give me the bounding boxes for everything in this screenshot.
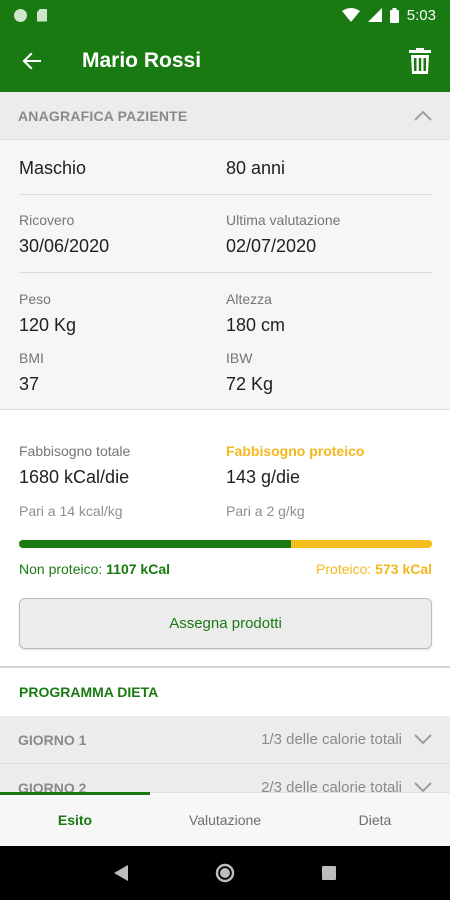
last-eval-date: 02/07/2020 [226,236,317,256]
calorie-split-legend: Non proteico: 1107 kCal Proteico: 573 kC… [19,561,432,577]
chevron-down-icon [414,734,432,745]
status-time: 5:03 [406,6,436,24]
total-need-value: 1680 kCal/die [19,467,130,487]
day-row-1[interactable]: GIORNO 1 1/3 delle calorie totali [0,716,450,764]
patient-info-panel: Maschio 80 anni Ricovero Ultima valutazi… [0,140,450,410]
day-calorie-info: 1/3 delle calorie totali [261,731,402,748]
tab-valutazione[interactable]: Valutazione [150,793,300,847]
sd-card-icon [37,8,47,22]
protein-kcal-label: Proteico: [316,561,376,577]
protein-legend: Proteico: 573 kCal [316,561,432,577]
patient-section-title: ANAGRAFICA PAZIENTE [18,107,188,124]
protein-kcal-value: 573 kCal [375,561,432,577]
assign-products-button[interactable]: Assegna prodotti [19,598,432,649]
cell-signal-icon [367,8,382,22]
arrow-back-icon [22,52,41,70]
calorie-split-bar [19,540,432,548]
day-name: GIORNO 1 [18,731,87,748]
ibw-value: 72 Kg [226,374,274,394]
total-need-sub: Pari a 14 kcal/kg [19,503,123,519]
nav-back-icon[interactable] [113,865,128,881]
caloric-needs-panel: Fabbisogno totale Fabbisogno proteico 16… [0,411,450,666]
back-button[interactable] [0,30,64,92]
admission-date: 30/06/2020 [19,236,110,256]
non-protein-legend: Non proteico: 1107 kCal [19,561,170,577]
protein-need-sub: Pari a 2 g/kg [226,503,305,519]
ibw-label: IBW [226,350,253,366]
bottom-tab-bar: Esito Valutazione Dieta [0,792,450,846]
bmi-label: BMI [19,350,44,366]
height-value: 180 cm [226,315,286,335]
patient-name-title: Mario Rossi [82,49,202,72]
last-eval-label: Ultima valutazione [226,212,341,228]
system-nav-bar [0,846,450,900]
patient-sex: Maschio [19,158,87,178]
divider [19,272,432,273]
diet-program-title: PROGRAMMA DIETA [0,668,450,716]
admission-label: Ricovero [19,212,75,228]
bmi-value: 37 [19,374,40,394]
app-bar: Mario Rossi [0,30,450,92]
patient-section-header[interactable]: ANAGRAFICA PAZIENTE [0,92,450,140]
non-protein-label: Non proteico: [19,561,107,577]
weight-label: Peso [19,291,51,307]
divider [19,194,432,195]
wifi-icon [341,8,360,22]
battery-icon [389,7,399,23]
nav-recents-icon[interactable] [322,866,337,880]
protein-need-label: Fabbisogno proteico [226,443,365,459]
non-protein-value: 1107 kCal [106,561,171,577]
protein-fill [291,540,432,548]
height-label: Altezza [226,291,272,307]
nav-home-icon[interactable] [215,863,235,883]
delete-button[interactable] [390,30,450,92]
tab-dieta[interactable]: Dieta [300,793,450,847]
non-protein-fill [19,540,292,548]
notification-dot-icon [14,8,27,22]
patient-age: 80 anni [226,158,286,178]
trash-icon [409,48,431,74]
weight-value: 120 Kg [19,315,77,335]
total-need-label: Fabbisogno totale [19,443,131,459]
tab-esito[interactable]: Esito [0,792,150,847]
chevron-up-icon [414,110,432,121]
protein-need-value: 143 g/die [226,467,301,487]
status-bar: 5:03 [0,0,450,30]
